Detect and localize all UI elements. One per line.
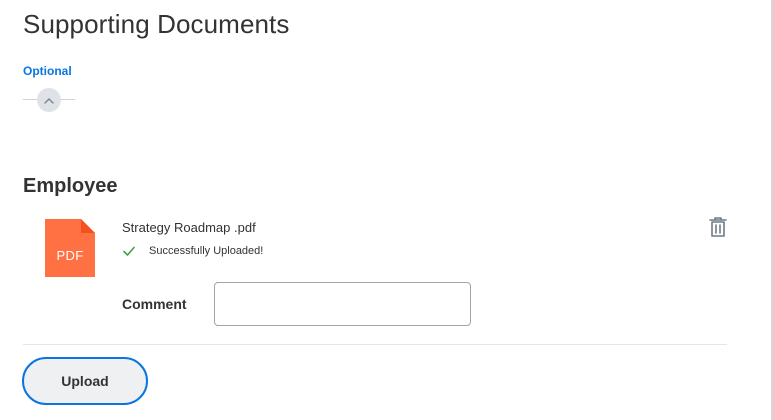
delete-file-button[interactable] [708,216,728,238]
divider-line [61,99,75,100]
employee-section-title: Employee [23,175,118,197]
section-divider [23,344,727,345]
upload-button[interactable]: Upload [22,357,148,405]
file-name[interactable]: Strategy Roadmap .pdf [122,220,256,235]
upload-status: Successfully Uploaded! [122,244,263,258]
optional-label: Optional [23,64,72,78]
divider-line [23,99,37,100]
check-icon [122,244,136,258]
pdf-file-icon[interactable]: PDF [45,219,95,277]
upload-status-text: Successfully Uploaded! [149,245,264,257]
page-title: Supporting Documents [23,9,290,39]
comment-input[interactable] [214,282,471,326]
pdf-icon-label: PDF [56,248,84,263]
comment-label: Comment [122,296,187,312]
collapse-button[interactable] [37,88,61,112]
trash-icon [708,217,728,242]
chevron-up-icon [44,91,54,109]
supporting-documents-page: Supporting Documents Optional Employee P… [0,0,773,420]
collapse-control [23,88,75,112]
